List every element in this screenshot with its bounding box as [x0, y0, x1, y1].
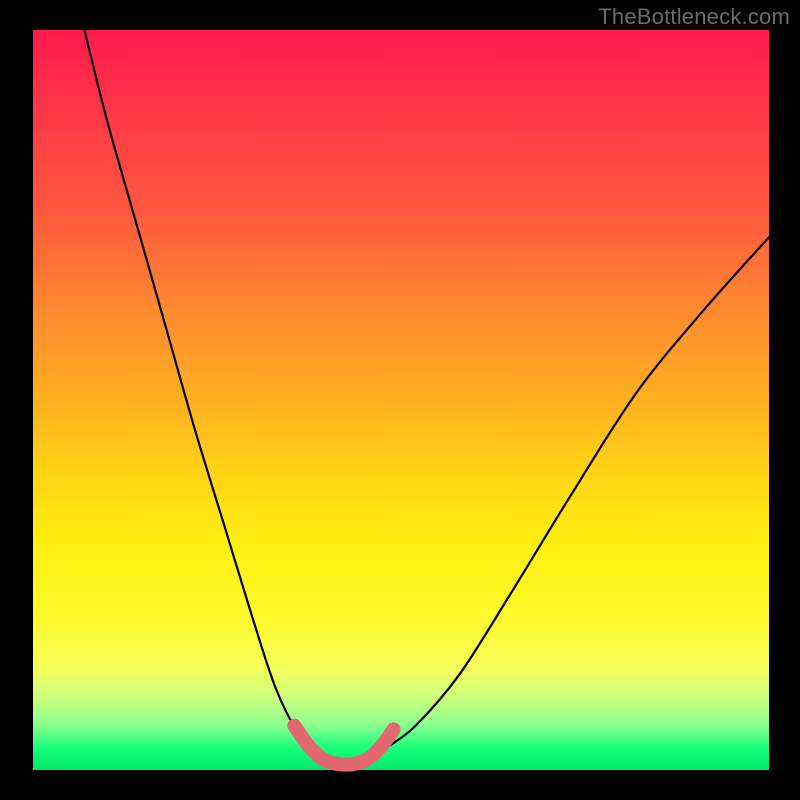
chart-frame: TheBottleneck.com [0, 0, 800, 800]
series-left-curve [85, 30, 313, 748]
series-valley-highlight [294, 726, 393, 765]
curve-layer [0, 0, 800, 800]
watermark-text: TheBottleneck.com [598, 4, 790, 30]
series-right-curve [386, 237, 769, 748]
